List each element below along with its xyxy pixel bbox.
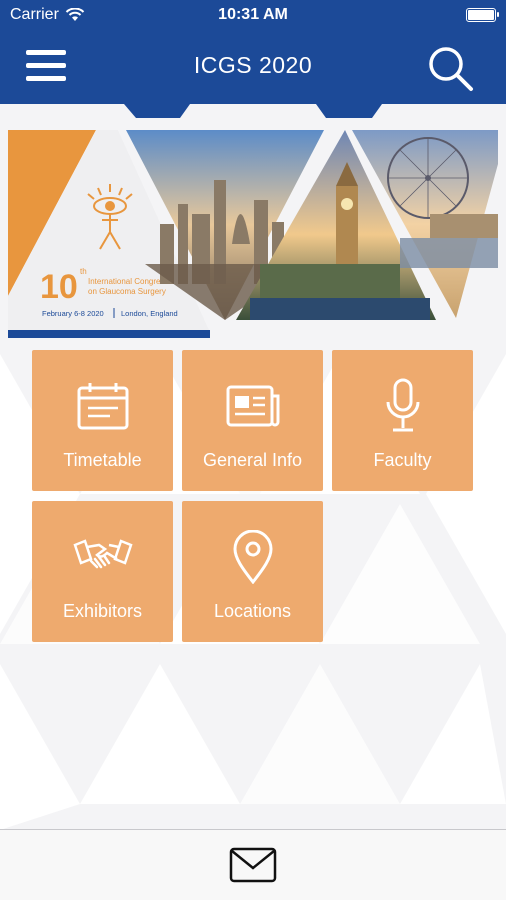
carrier-label: Carrier [10,6,59,23]
logo-superscript: th [80,267,87,276]
calendar-icon [77,383,128,430]
logo-line-1: International Congress [88,277,169,286]
logo-location: London, England [121,309,178,318]
navigation-bar: ICGS 2020 [0,30,506,104]
tile-exhibitors-label: Exhibitors [62,601,143,621]
wifi-icon [65,8,85,21]
tile-locations-label: Locations [213,601,292,621]
search-icon[interactable] [426,44,476,94]
logo-number: 10 [40,268,78,306]
tile-timetable[interactable]: Timetable [32,350,173,491]
location-pin-icon [232,530,273,584]
tile-faculty[interactable]: Faculty [332,350,473,491]
tile-timetable-label: Timetable [63,450,142,470]
battery-icon [466,8,499,22]
mail-icon [229,847,277,883]
battery-level-fill [468,10,494,20]
logo-blue-strip [8,330,210,338]
nav-notch-left [124,104,190,118]
nav-notch-right [316,104,382,118]
microphone-icon [386,378,419,432]
tile-exhibitors[interactable]: Exhibitors [32,501,173,642]
bottom-bar [0,829,506,900]
status-bar: Carrier 10:31 AM [0,0,506,30]
tile-general-info-label: General Info [202,450,303,470]
tile-general-info[interactable]: General Info [182,350,323,491]
event-banner: 10 th International Congress on Glaucoma… [8,104,498,338]
status-left: Carrier [10,6,85,24]
mail-button[interactable] [228,845,278,885]
logo-dates: February 6-8 2020 [42,309,104,318]
tile-locations[interactable]: Locations [182,501,323,642]
menu-grid: Timetable General Info Faculty Exhibitor… [32,350,474,642]
handshake-icon [72,539,133,569]
logo-line-2: on Glaucoma Surgery [88,287,166,296]
newspaper-icon [226,385,279,427]
tile-faculty-label: Faculty [373,450,432,470]
